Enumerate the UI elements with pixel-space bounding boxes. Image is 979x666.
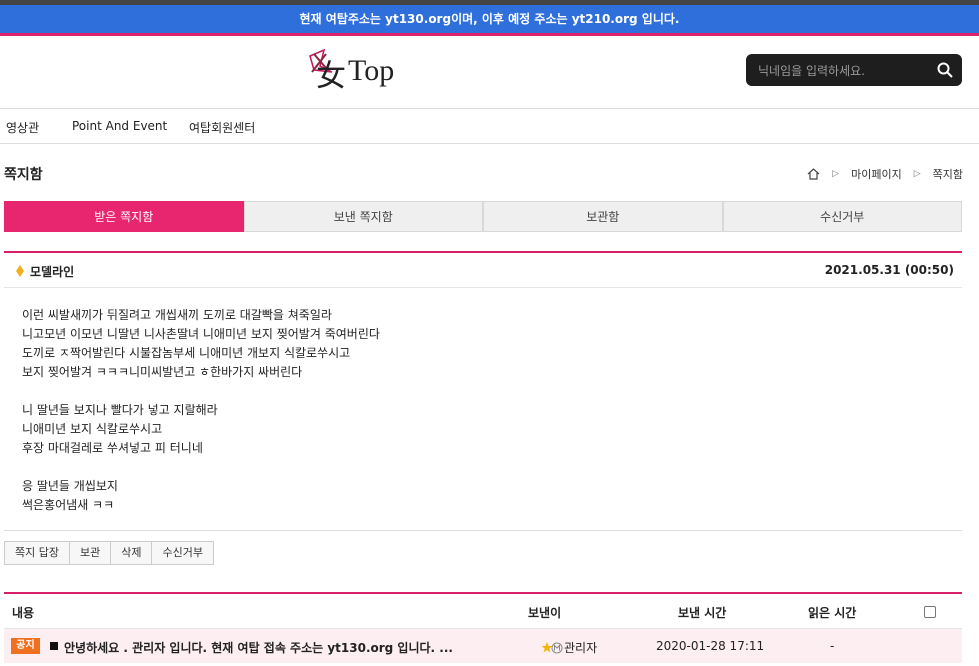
breadcrumb: ▷ 마이페이지 ▷ 쪽지함 xyxy=(807,166,963,182)
col-from: 보낸이 xyxy=(528,606,562,620)
breadcrumb-arrow-icon: ▷ xyxy=(832,169,840,179)
search-icon[interactable] xyxy=(936,61,954,79)
admin-badge-icon xyxy=(542,641,563,653)
message-body: 이런 씨발새끼가 뒤질려고 개씹새끼 도끼로 대갈빡을 쳐죽일라 니고모년 이모… xyxy=(22,308,380,512)
block-button[interactable]: 수신거부 xyxy=(151,541,214,565)
square-bullet-icon xyxy=(50,642,58,650)
message-date: 2021.05.31 (00:50) xyxy=(824,263,954,277)
logo-text: Top xyxy=(348,54,394,87)
message-sender[interactable]: 모델라인 xyxy=(30,263,74,280)
search-input[interactable] xyxy=(756,60,930,82)
nav-item-video[interactable]: 영상관 xyxy=(6,119,39,136)
nav-item-member-center[interactable]: 여탑회원센터 xyxy=(189,119,255,136)
breadcrumb-arrow-icon: ▷ xyxy=(913,169,921,179)
select-all-checkbox[interactable] xyxy=(924,606,936,618)
message-bottom-divider xyxy=(4,530,962,531)
notice-divider xyxy=(0,33,979,36)
search-box xyxy=(746,54,962,86)
reply-button[interactable]: 쪽지 답장 xyxy=(4,541,70,565)
col-read: 읽은 시간 xyxy=(808,606,857,620)
tab-archive[interactable]: 보관함 xyxy=(483,201,723,232)
tab-inbox[interactable]: 받은 쪽지함 xyxy=(4,201,244,232)
message-actions: 쪽지 답장 보관 삭제 수신거부 xyxy=(4,541,214,565)
row-read-time: - xyxy=(830,639,835,653)
page-title: 쪽지함 xyxy=(4,167,43,183)
main-nav: 영상관 Point And Event 여탑회원센터 xyxy=(0,109,979,143)
row-from-name: 관리자 xyxy=(564,641,598,655)
row-sent-time: 2020-01-28 17:11 xyxy=(656,639,765,653)
nav-item-point-event[interactable]: Point And Event xyxy=(72,119,167,133)
col-content: 내용 xyxy=(12,606,35,620)
home-icon[interactable] xyxy=(807,168,820,180)
breadcrumb-mypage[interactable]: 마이페이지 xyxy=(851,166,902,182)
nav-divider xyxy=(0,143,979,144)
list-header: 내용 보낸이 보낸 시간 읽은 시간 xyxy=(4,594,962,629)
row-from[interactable]: 관리자 xyxy=(542,639,597,656)
delete-button[interactable]: 삭제 xyxy=(110,541,153,565)
address-notice-bar: 현재 여탑주소는 yt130.org이며, 이후 예정 주소는 yt210.or… xyxy=(0,5,979,33)
notice-badge: 공지 xyxy=(11,638,40,654)
site-logo[interactable]: 女 Top xyxy=(306,48,420,90)
col-sent: 보낸 시간 xyxy=(678,606,727,620)
row-subject[interactable]: 안녕하세요 . 관리자 입니다. 현재 여탑 접속 주소는 yt130.org … xyxy=(64,639,453,656)
archive-button[interactable]: 보관 xyxy=(68,541,112,565)
breadcrumb-current: 쪽지함 xyxy=(932,168,963,181)
message-tabs: 받은 쪽지함 보낸 쪽지함 보관함 수신거부 xyxy=(4,201,962,232)
tab-sent[interactable]: 보낸 쪽지함 xyxy=(243,201,483,232)
svg-text:女: 女 xyxy=(316,60,346,90)
level-icon xyxy=(16,265,24,277)
message-header: 모델라인 2021.05.31 (00:50) xyxy=(4,253,962,288)
table-row[interactable]: 공지 안녕하세요 . 관리자 입니다. 현재 여탑 접속 주소는 yt130.o… xyxy=(4,629,962,663)
tab-blocked[interactable]: 수신거부 xyxy=(722,201,962,232)
